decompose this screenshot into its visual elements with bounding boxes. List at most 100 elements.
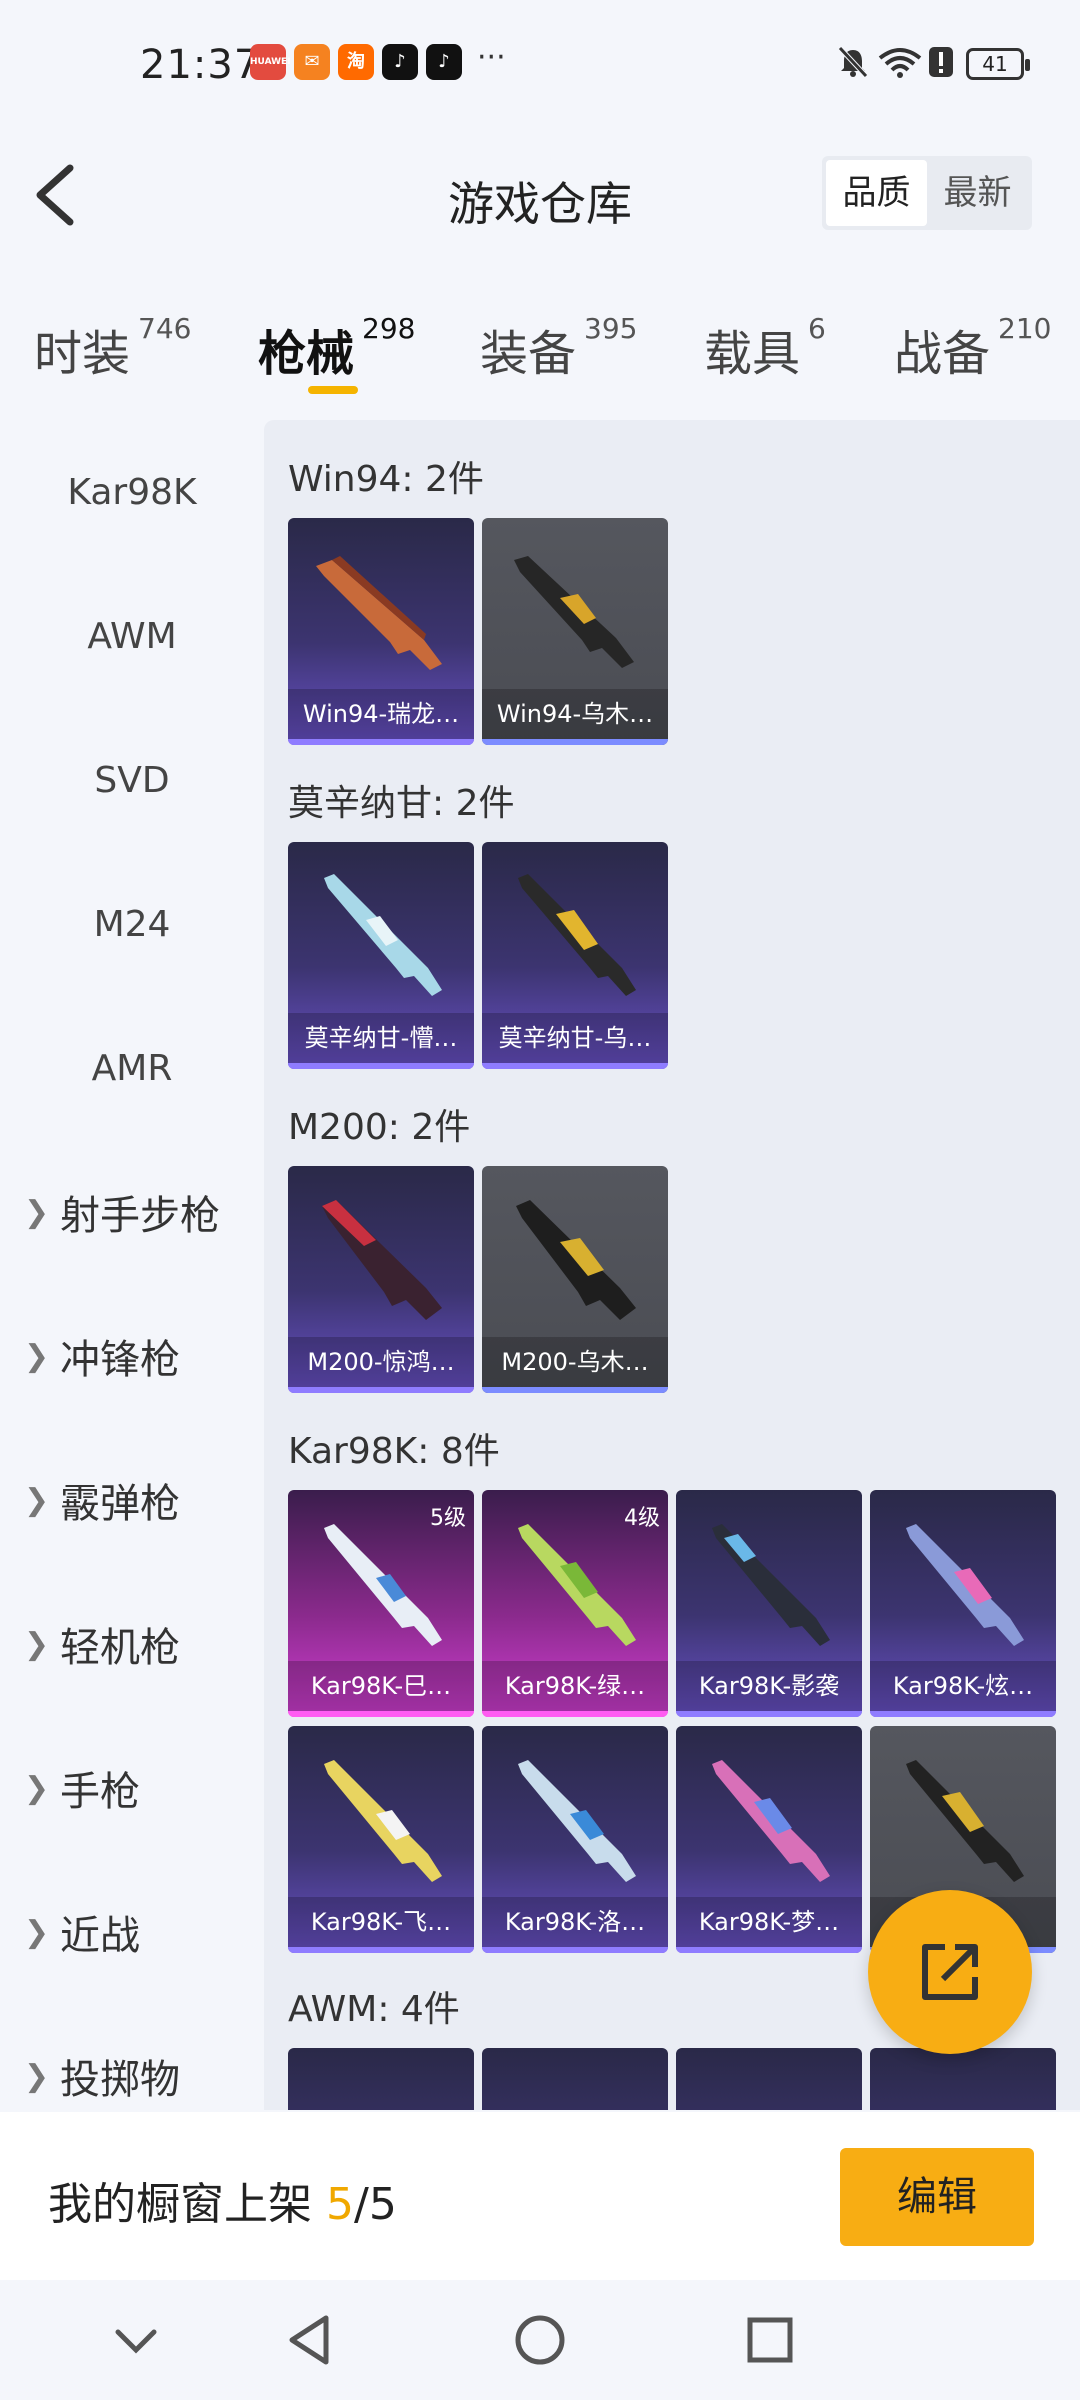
- nav-group-shotgun[interactable]: ❯ 霰弹枪: [0, 1428, 264, 1572]
- tab-count: 6: [808, 312, 826, 345]
- nav-group-label: 手枪: [60, 1769, 140, 1815]
- tab-vehicles[interactable]: 载具 6: [704, 312, 826, 384]
- nav-group-label: 冲锋枪: [60, 1337, 180, 1383]
- tab-firearms[interactable]: 枪械 298: [258, 312, 416, 384]
- section-title: 莫辛纳甘: 2件: [288, 783, 515, 824]
- weapon-card-name: Kar98K-炫…: [870, 1661, 1056, 1711]
- more-notifications-icon: ···: [477, 40, 506, 75]
- chevron-down-icon[interactable]: [106, 2310, 166, 2370]
- rifle-skin-image: [324, 874, 442, 996]
- rifle-skin-image: [712, 1760, 830, 1882]
- tab-count: 210: [998, 312, 1052, 345]
- nav-group-label: 射手步枪: [60, 1193, 220, 1239]
- tab-count: 746: [138, 312, 192, 345]
- rifle-skin-image: [514, 556, 634, 668]
- tiktok-lite-app-icon: ♪: [426, 44, 462, 80]
- weapon-card[interactable]: 4级 Kar98K-绿…: [482, 1490, 668, 1717]
- share-icon: [922, 1944, 978, 2000]
- sort-newest-button[interactable]: 最新: [927, 160, 1028, 226]
- nav-group-label: 投掷物: [60, 2057, 180, 2103]
- weapon-card[interactable]: 5级 Kar98K-巳…: [288, 1490, 474, 1717]
- nav-group-label: 近战: [60, 1913, 140, 1959]
- battery-icon: 41: [966, 48, 1030, 80]
- showcase-total: /5: [354, 2179, 397, 2230]
- nav-item-m24[interactable]: M24: [0, 852, 264, 996]
- weapon-card[interactable]: M200-乌木…: [482, 1166, 668, 1393]
- rifle-skin-image: [316, 556, 442, 670]
- nav-group-melee[interactable]: ❯ 近战: [0, 1860, 264, 2004]
- sort-quality-button[interactable]: 品质: [826, 160, 927, 226]
- tab-count: 298: [362, 312, 416, 345]
- weapon-card-name: Win94-瑞龙…: [288, 689, 474, 739]
- nav-item-svd[interactable]: SVD: [0, 708, 264, 852]
- rifle-skin-image: [712, 1524, 830, 1646]
- rifle-skin-image: [322, 1200, 442, 1320]
- weapon-type-nav: Kar98K AWM SVD M24 AMR ❯ 射手步枪 ❯ 冲锋枪 ❯ 霰弹…: [0, 420, 264, 2110]
- weapon-card[interactable]: [870, 2048, 1056, 2110]
- rarity-bar: [482, 1387, 668, 1393]
- rarity-bar: [482, 1947, 668, 1953]
- weapon-card[interactable]: Win94-乌木…: [482, 518, 668, 745]
- nav-item-amr[interactable]: AMR: [0, 996, 264, 1140]
- tab-supplies[interactable]: 战备 210: [894, 312, 1052, 384]
- section-title: M200: 2件: [288, 1107, 471, 1148]
- system-nav-bar: [0, 2280, 1080, 2400]
- showcase-text: 我的橱窗上架: [48, 2179, 326, 2230]
- weapon-card[interactable]: 莫辛纳甘-乌…: [482, 842, 668, 1069]
- rarity-bar: [288, 1947, 474, 1953]
- weapon-card-name: M200-惊鸿…: [288, 1337, 474, 1387]
- nav-item-kar98k[interactable]: Kar98K: [0, 420, 264, 564]
- weapon-card-name: M200-乌木…: [482, 1337, 668, 1387]
- weapon-card[interactable]: M200-惊鸿…: [288, 1166, 474, 1393]
- weapon-card[interactable]: [482, 2048, 668, 2110]
- rifle-skin-image: [906, 1524, 1024, 1646]
- weapon-card-name: Kar98K-绿…: [482, 1661, 668, 1711]
- tab-label: 载具: [704, 326, 801, 382]
- tab-fashion[interactable]: 时装 746: [34, 312, 192, 384]
- edit-button[interactable]: 编辑: [840, 2148, 1034, 2246]
- level-badge: 4级: [624, 1506, 660, 1531]
- tab-label: 装备: [480, 326, 577, 382]
- nav-home-icon[interactable]: [510, 2310, 570, 2370]
- nav-group-smg[interactable]: ❯ 冲锋枪: [0, 1284, 264, 1428]
- weapon-card[interactable]: Kar98K-洛…: [482, 1726, 668, 1953]
- nav-back-icon[interactable]: [280, 2310, 340, 2370]
- weapon-card[interactable]: Kar98K-影袭: [676, 1490, 862, 1717]
- weapon-card[interactable]: Kar98K-梦…: [676, 1726, 862, 1953]
- weapon-card[interactable]: Kar98K-炫…: [870, 1490, 1056, 1717]
- showcase-label: 我的橱窗上架 5/5: [48, 2168, 397, 2232]
- rarity-bar: [482, 1063, 668, 1069]
- share-floating-button[interactable]: [868, 1890, 1032, 2054]
- showcase-bar: 我的橱窗上架 5/5 编辑: [0, 2112, 1080, 2280]
- weapon-card-name: Kar98K-梦…: [676, 1897, 862, 1947]
- rarity-bar: [288, 739, 474, 745]
- tiktok-app-icon: ♪: [382, 44, 418, 80]
- weapon-card[interactable]: [288, 2048, 474, 2110]
- taobao-app-icon: 淘: [338, 44, 374, 80]
- chevron-right-icon: ❯: [24, 1482, 50, 1518]
- chevron-right-icon: ❯: [24, 1194, 50, 1230]
- weapon-card[interactable]: Kar98K-飞…: [288, 1726, 474, 1953]
- weapon-card[interactable]: [676, 2048, 862, 2110]
- tab-label: 枪械: [258, 326, 355, 382]
- category-tabs: 时装 746 枪械 298 装备 395 载具 6 战备 210: [0, 300, 1080, 410]
- huawei-app-icon: HUAWEI: [250, 44, 291, 80]
- rarity-bar: [676, 1947, 862, 1953]
- nav-group-lmg[interactable]: ❯ 轻机枪: [0, 1572, 264, 1716]
- weapon-card-name: Kar98K-巳…: [288, 1661, 474, 1711]
- nav-recents-icon[interactable]: [740, 2310, 800, 2370]
- weapon-card[interactable]: 莫辛纳甘-懵…: [288, 842, 474, 1069]
- weapon-card[interactable]: Win94-瑞龙…: [288, 518, 474, 745]
- section-title: Win94: 2件: [288, 459, 484, 500]
- rarity-bar: [870, 1711, 1056, 1717]
- chevron-right-icon: ❯: [24, 2058, 50, 2094]
- nav-item-awm[interactable]: AWM: [0, 564, 264, 708]
- wifi-icon: [878, 48, 922, 78]
- showcase-count: 5: [326, 2179, 354, 2230]
- chevron-right-icon: ❯: [24, 1914, 50, 1950]
- nav-group-marksman-rifle[interactable]: ❯ 射手步枪: [0, 1140, 264, 1284]
- nav-group-pistol[interactable]: ❯ 手枪: [0, 1716, 264, 1860]
- rarity-bar: [288, 1387, 474, 1393]
- tab-equipment[interactable]: 装备 395: [480, 312, 637, 384]
- weapon-card-name: Kar98K-影袭: [676, 1661, 862, 1711]
